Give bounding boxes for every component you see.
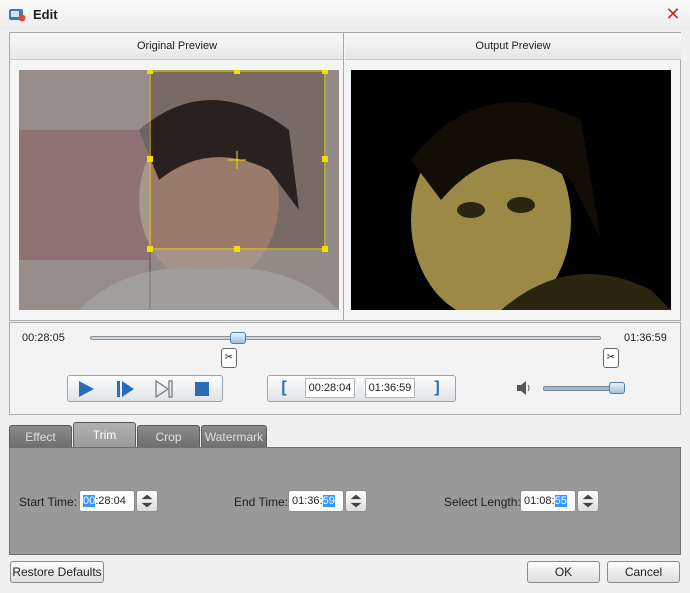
select-length-rest: 01:08: <box>524 495 555 507</box>
close-icon[interactable]: ✕ <box>664 5 682 23</box>
original-preview-label: Original Preview <box>10 33 344 60</box>
select-length-spinner[interactable] <box>577 490 599 512</box>
stop-icon[interactable] <box>190 378 214 400</box>
start-time-rest: :28:04 <box>95 495 126 507</box>
spinner-arrows-icon <box>141 494 153 508</box>
window-title: Edit <box>33 7 58 22</box>
spinner-arrows-icon <box>582 494 594 508</box>
start-time-label: Start Time: <box>19 495 78 509</box>
volume-thumb[interactable] <box>608 382 625 394</box>
current-time: 00:28:05 <box>22 332 65 344</box>
start-time-field[interactable]: 00:28:04 <box>79 490 135 512</box>
preview-divider <box>343 32 344 321</box>
output-preview-label: Output Preview <box>345 33 681 60</box>
end-time-label: End Time: <box>234 495 289 509</box>
select-length-selected: 55 <box>554 495 567 507</box>
end-time-field[interactable]: 01:36:59 <box>288 490 344 512</box>
output-preview-frame <box>351 70 671 310</box>
select-length-label: Select Length: <box>444 495 521 509</box>
total-time: 01:36:59 <box>624 332 667 344</box>
original-preview-frame <box>19 70 339 310</box>
timeline-track[interactable] <box>90 336 601 340</box>
set-start-bracket-icon[interactable]: [ <box>275 378 293 398</box>
play-icon[interactable] <box>74 378 98 400</box>
select-length-field[interactable]: 01:08:55 <box>520 490 576 512</box>
ok-button[interactable]: OK <box>527 561 600 583</box>
step-forward-icon[interactable] <box>113 378 137 400</box>
tab-crop[interactable]: Crop <box>137 425 200 448</box>
set-end-bracket-icon[interactable]: ] <box>428 378 446 398</box>
start-time-spinner[interactable] <box>136 490 158 512</box>
tab-watermark[interactable]: Watermark <box>201 425 267 448</box>
speaker-icon[interactable] <box>515 380 533 396</box>
end-time-spinner[interactable] <box>345 490 367 512</box>
timeline-thumb[interactable] <box>230 332 247 344</box>
trim-bar-end: 01:36:59 <box>365 378 415 398</box>
spinner-arrows-icon <box>350 494 362 508</box>
end-time-rest: 01:36: <box>292 495 323 507</box>
tab-trim[interactable]: Trim <box>73 422 136 448</box>
restore-defaults-button[interactable]: Restore Defaults <box>10 561 104 583</box>
trim-end-marker-scissors-icon[interactable]: ✂ <box>603 348 619 368</box>
end-time-selected: 59 <box>322 495 335 507</box>
trim-bar-start: 00:28:04 <box>305 378 355 398</box>
trim-start-marker-scissors-icon[interactable]: ✂ <box>221 348 237 368</box>
app-icon <box>9 9 26 22</box>
cancel-button[interactable]: Cancel <box>607 561 680 583</box>
title-bar <box>0 0 690 30</box>
tab-effect[interactable]: Effect <box>9 425 72 448</box>
next-frame-icon[interactable] <box>152 378 176 400</box>
start-time-selected: 00 <box>83 495 96 507</box>
